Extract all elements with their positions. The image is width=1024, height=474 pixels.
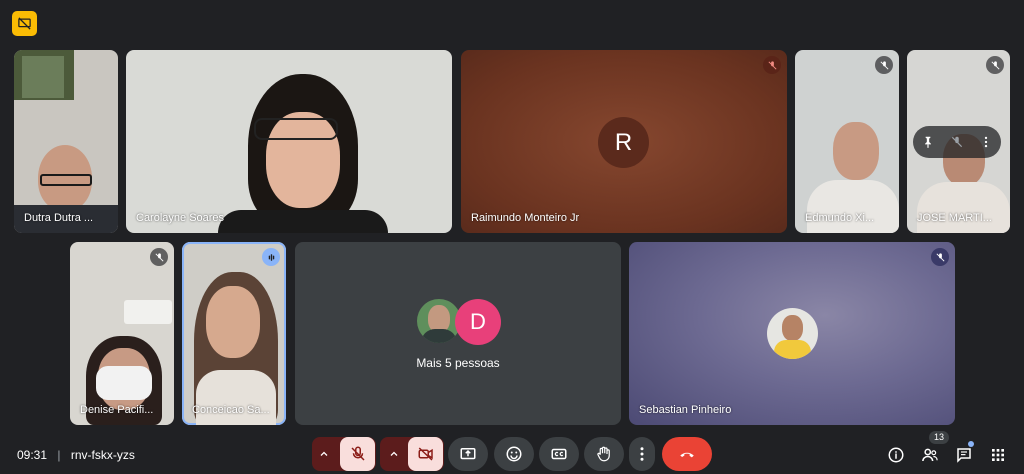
participant-name: Carolayne Soares <box>136 212 225 224</box>
participant-tile[interactable]: Denise Pacifi... <box>70 242 174 425</box>
people-count-badge: 13 <box>929 431 949 444</box>
air-conditioner <box>124 300 172 324</box>
face-mask <box>96 366 152 400</box>
info-separator: | <box>57 448 61 462</box>
chat-icon <box>957 448 971 463</box>
meeting-info: 09:31 | rnv-fskx-yzs <box>17 448 135 462</box>
participant-tile[interactable]: R Raimundo Monteiro Jr <box>461 50 787 233</box>
emoji-icon <box>506 446 522 462</box>
chat-button[interactable] <box>954 445 974 465</box>
glasses <box>40 174 92 186</box>
others-tile[interactable]: D Mais 5 pessoas <box>295 242 621 425</box>
participant-tile[interactable]: Edmundo Xi... <box>795 50 899 233</box>
participant-name: Conceicao Sa... <box>192 404 270 416</box>
face <box>833 122 879 180</box>
speaking-indicator <box>262 248 280 266</box>
mic-options-button[interactable] <box>314 445 334 463</box>
captions-button[interactable] <box>539 437 579 471</box>
participant-tile[interactable]: Dutra Dutra ... <box>14 50 118 233</box>
people-icon <box>922 448 938 462</box>
participant-name: Dutra Dutra ... <box>24 212 94 224</box>
shirt <box>917 182 1010 233</box>
avatar <box>767 308 818 359</box>
face <box>206 286 260 358</box>
mute-participant-icon[interactable] <box>950 135 964 149</box>
present-screen-button[interactable] <box>448 437 488 471</box>
chevron-up-icon <box>320 451 328 456</box>
mic-toggle-button[interactable] <box>340 437 375 471</box>
glasses <box>254 118 338 140</box>
participant-name: Raimundo Monteiro Jr <box>471 212 580 224</box>
mic-off-icon <box>880 60 888 69</box>
mic-muted-badge <box>875 56 893 74</box>
presentation-off-icon <box>18 17 31 30</box>
avatar: R <box>598 117 649 168</box>
pin-icon[interactable] <box>921 135 935 149</box>
captions-icon <box>551 448 567 460</box>
others-label: Mais 5 pessoas <box>416 356 500 370</box>
chevron-up-icon <box>390 451 398 456</box>
avatar: D <box>455 299 501 345</box>
raise-hand-button[interactable] <box>584 437 624 471</box>
end-call-button[interactable] <box>662 437 712 471</box>
shirt <box>218 210 388 233</box>
camera-toggle-button[interactable] <box>408 437 443 471</box>
more-options-icon[interactable] <box>979 135 993 149</box>
mic-off-icon <box>936 252 944 261</box>
participant-name: Denise Pacifi... <box>80 404 154 416</box>
chat-notification-dot <box>968 441 974 447</box>
end-call-icon <box>680 452 694 458</box>
participant-tile[interactable]: JOSE MARTI... <box>907 50 1010 233</box>
mic-muted-badge <box>763 56 781 74</box>
participant-name: Edmundo Xi... <box>805 212 875 224</box>
shirt <box>196 370 276 425</box>
info-icon <box>888 447 904 463</box>
mic-muted-badge <box>150 248 168 266</box>
more-options-icon <box>640 447 644 461</box>
portrait-frame <box>22 56 64 98</box>
presentation-badge-icon[interactable] <box>12 11 37 36</box>
people-button[interactable] <box>920 445 940 465</box>
activities-button[interactable] <box>988 445 1008 465</box>
participant-tile[interactable]: Carolayne Soares <box>126 50 452 233</box>
camera-off-icon <box>418 447 433 461</box>
camera-options-button[interactable] <box>384 445 404 463</box>
shirt <box>807 180 899 233</box>
meeting-details-button[interactable] <box>886 445 906 465</box>
meeting-code: rnv-fskx-yzs <box>70 448 135 462</box>
mic-muted-badge <box>931 248 949 266</box>
mic-off-icon <box>350 446 365 461</box>
tile-hover-controls <box>913 126 1001 158</box>
meeting-time: 09:31 <box>17 448 48 462</box>
reactions-button[interactable] <box>494 437 534 471</box>
participant-name: Sebastian Pinheiro <box>639 404 732 416</box>
mic-off-icon <box>768 60 776 69</box>
more-options-button[interactable] <box>629 437 655 471</box>
present-screen-icon <box>460 448 476 460</box>
participant-tile-active[interactable]: Conceicao Sa... <box>182 242 286 425</box>
mic-off-icon <box>991 60 999 69</box>
participant-name: JOSE MARTI... <box>917 212 992 224</box>
mic-off-icon <box>155 252 163 261</box>
participant-tile[interactable]: Sebastian Pinheiro <box>629 242 955 425</box>
raise-hand-icon <box>597 446 610 462</box>
audio-level-icon <box>268 253 274 261</box>
mic-muted-badge <box>986 56 1004 74</box>
activities-icon <box>992 449 1004 461</box>
